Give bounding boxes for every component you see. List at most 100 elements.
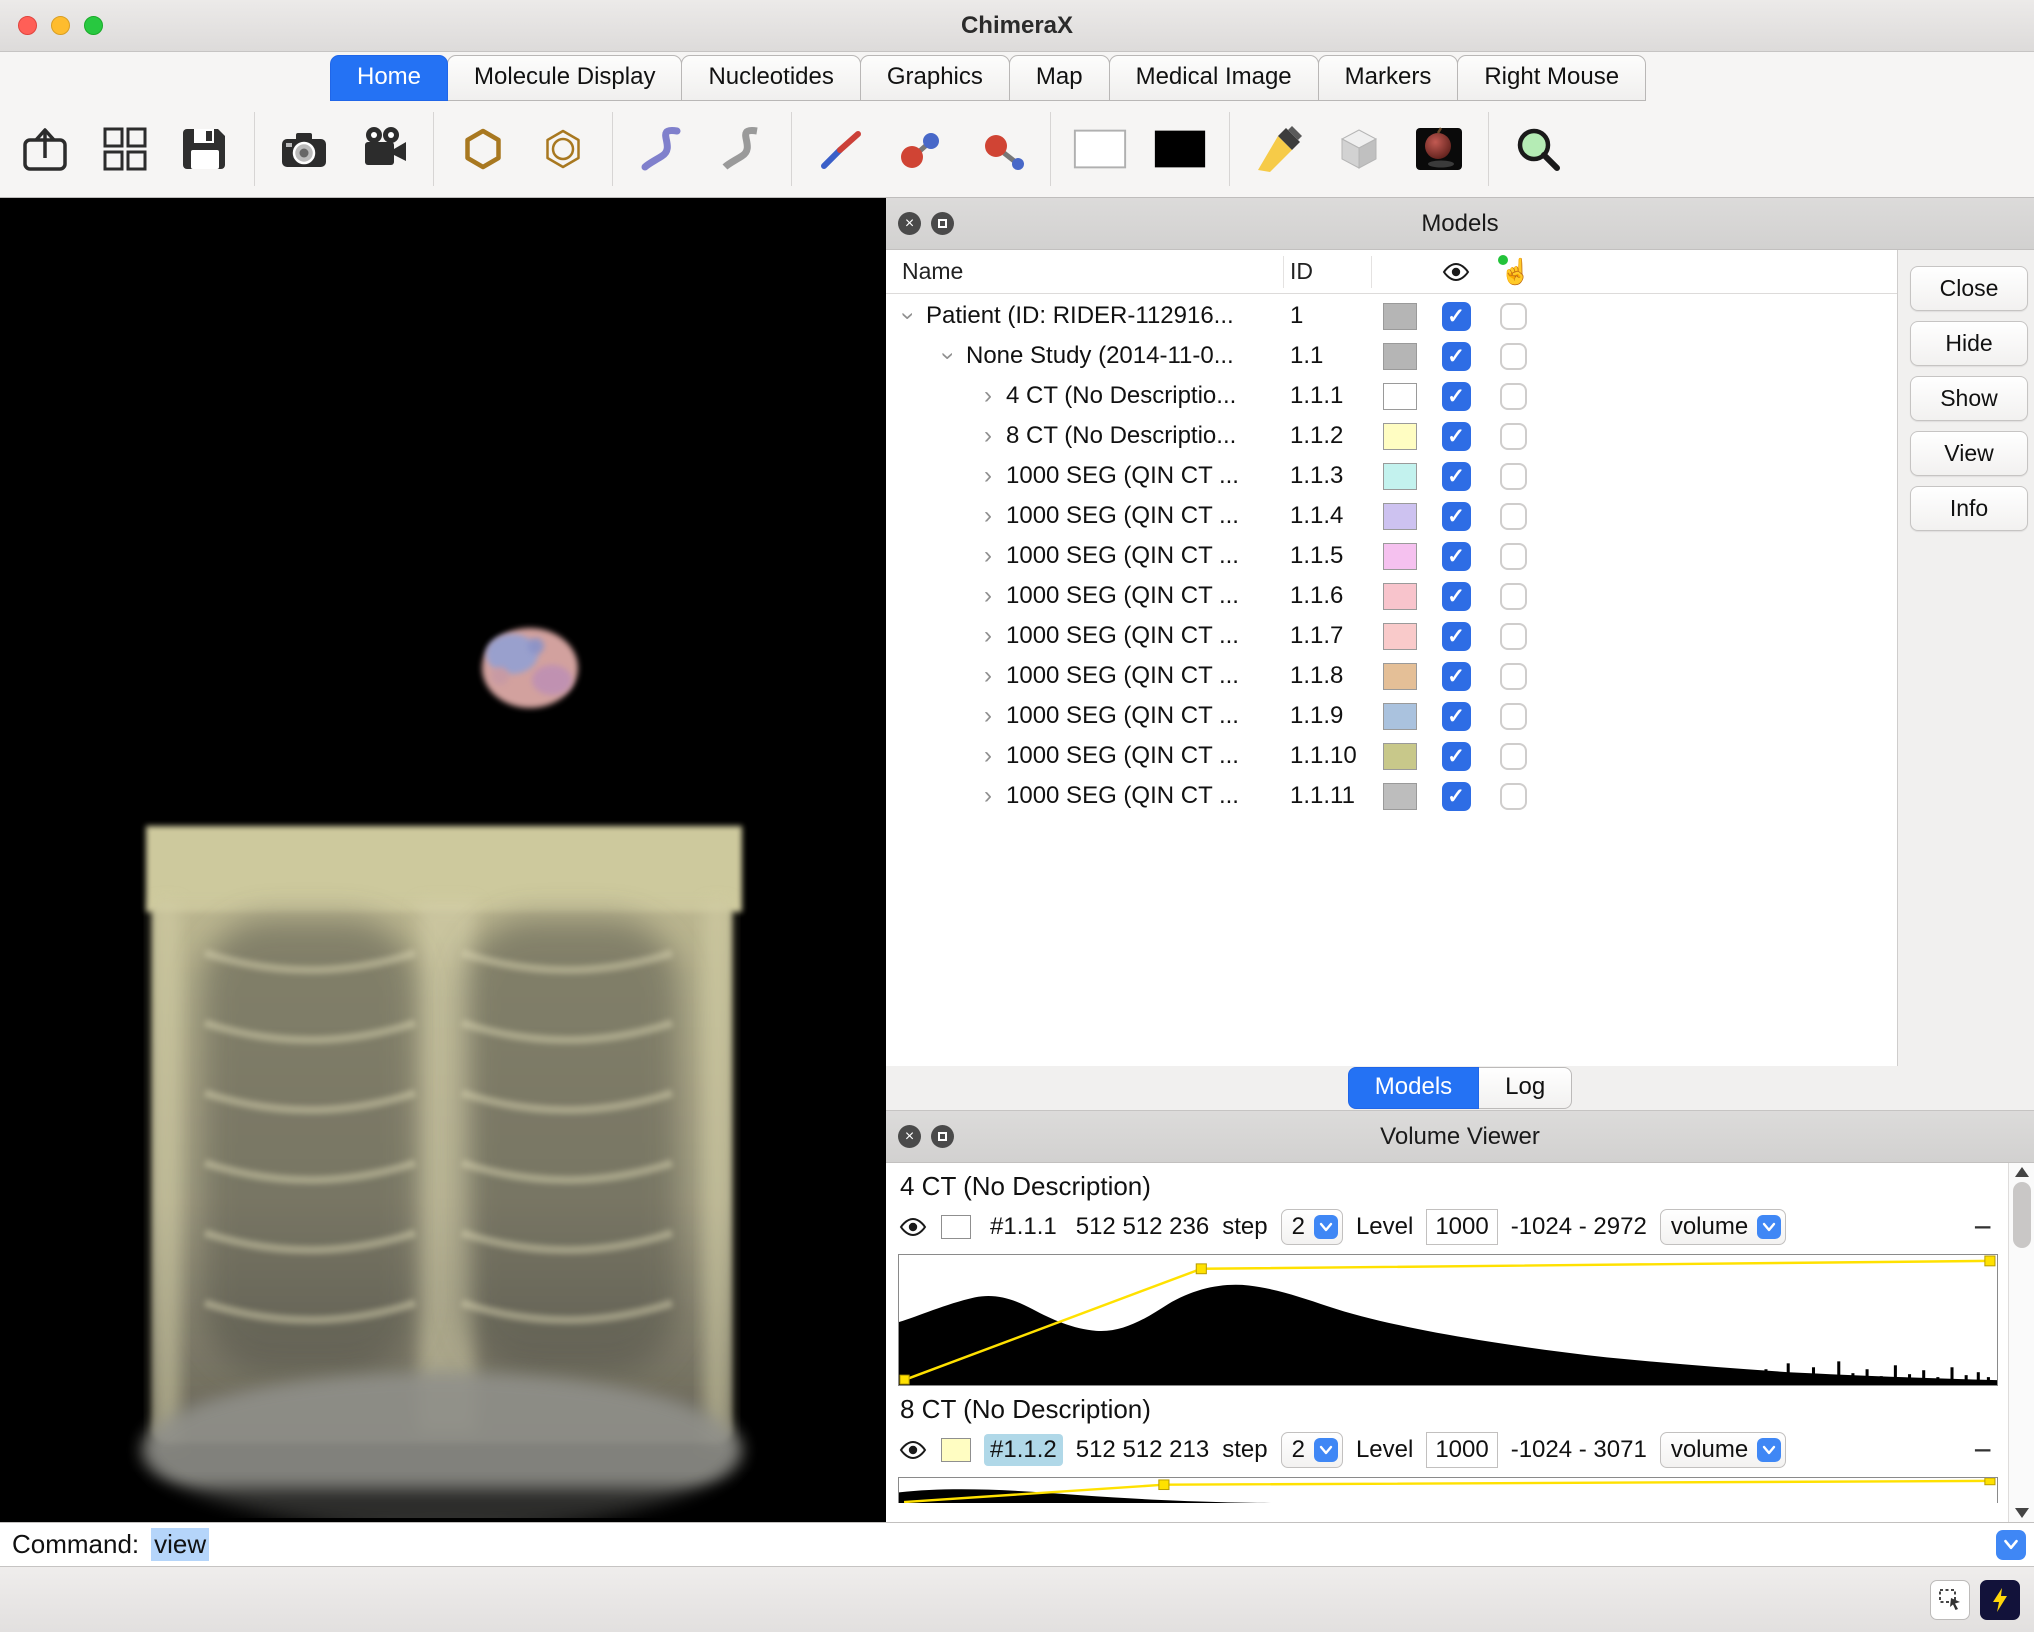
chevron-expanded-icon[interactable]: › <box>894 304 922 328</box>
select-checkbox[interactable] <box>1500 303 1527 330</box>
color-swatch[interactable] <box>1383 743 1417 770</box>
benzene-thin-icon[interactable] <box>534 120 592 178</box>
step-select[interactable]: 2 <box>1281 1432 1343 1468</box>
black-background-icon[interactable] <box>1151 120 1209 178</box>
select-checkbox[interactable] <box>1500 703 1527 730</box>
model-row[interactable]: ›1000 SEG (QIN CT ...1.1.5✓ <box>886 536 1897 576</box>
model-row[interactable]: ›1000 SEG (QIN CT ...1.1.8✓ <box>886 656 1897 696</box>
close-panel-icon[interactable]: × <box>898 1125 921 1148</box>
model-row[interactable]: ›Patient (ID: RIDER-112916...1✓ <box>886 296 1897 336</box>
tab-map[interactable]: Map <box>1009 55 1110 101</box>
tab-right-mouse[interactable]: Right Mouse <box>1457 55 1646 101</box>
histogram[interactable] <box>898 1254 1998 1386</box>
color-swatch[interactable] <box>1383 503 1417 530</box>
tab-medical-image[interactable]: Medical Image <box>1109 55 1319 101</box>
select-checkbox[interactable] <box>1500 463 1527 490</box>
level-input[interactable]: 1000 <box>1426 1209 1497 1245</box>
view-button[interactable]: View <box>1910 431 2028 476</box>
model-row[interactable]: ›1000 SEG (QIN CT ...1.1.7✓ <box>886 616 1897 656</box>
shown-checkbox[interactable]: ✓ <box>1442 302 1471 331</box>
close-window-button[interactable] <box>18 16 37 35</box>
select-checkbox[interactable] <box>1500 783 1527 810</box>
chevron-collapsed-icon[interactable]: › <box>976 782 1000 810</box>
model-row[interactable]: ›None Study (2014-11-0...1.1✓ <box>886 336 1897 376</box>
column-id[interactable]: ID <box>1284 256 1372 288</box>
model-row[interactable]: ›1000 SEG (QIN CT ...1.1.9✓ <box>886 696 1897 736</box>
tile-windows-icon[interactable] <box>96 120 154 178</box>
chevron-collapsed-icon[interactable]: › <box>976 622 1000 650</box>
sphere-style-icon[interactable] <box>972 120 1030 178</box>
record-movie-icon[interactable] <box>355 120 413 178</box>
color-swatch[interactable] <box>1383 663 1417 690</box>
tab-log[interactable]: Log <box>1478 1067 1572 1109</box>
color-swatch[interactable] <box>1383 423 1417 450</box>
color-swatch[interactable] <box>1383 783 1417 810</box>
chevron-collapsed-icon[interactable]: › <box>976 702 1000 730</box>
command-input[interactable]: view <box>151 1523 1988 1566</box>
graphics-viewport[interactable] <box>0 198 886 1522</box>
chevron-collapsed-icon[interactable]: › <box>976 742 1000 770</box>
column-name[interactable]: Name <box>886 256 1284 288</box>
select-checkbox[interactable] <box>1500 343 1527 370</box>
color-swatch[interactable] <box>941 1438 971 1462</box>
select-checkbox[interactable] <box>1500 543 1527 570</box>
float-panel-icon[interactable] <box>931 1125 954 1148</box>
shown-checkbox[interactable]: ✓ <box>1442 782 1471 811</box>
shown-checkbox[interactable]: ✓ <box>1442 502 1471 531</box>
shown-checkbox[interactable]: ✓ <box>1442 542 1471 571</box>
float-panel-icon[interactable] <box>931 212 954 235</box>
shown-checkbox[interactable]: ✓ <box>1442 742 1471 771</box>
stick-style-icon[interactable] <box>812 120 870 178</box>
collapse-entry-button[interactable]: − <box>1973 1211 1992 1243</box>
chevron-collapsed-icon[interactable]: › <box>976 662 1000 690</box>
info-button[interactable]: Info <box>1910 486 2028 531</box>
select-checkbox[interactable] <box>1500 503 1527 530</box>
select-checkbox[interactable] <box>1500 383 1527 410</box>
eye-icon[interactable] <box>898 1217 928 1237</box>
select-checkbox[interactable] <box>1500 743 1527 770</box>
shown-checkbox[interactable]: ✓ <box>1442 702 1471 731</box>
style-select[interactable]: volume <box>1660 1209 1786 1245</box>
color-swatch[interactable] <box>1383 703 1417 730</box>
select-checkbox[interactable] <box>1500 583 1527 610</box>
color-swatch[interactable] <box>1383 583 1417 610</box>
open-file-icon[interactable] <box>16 120 74 178</box>
show-button[interactable]: Show <box>1910 376 2028 421</box>
tab-nucleotides[interactable]: Nucleotides <box>681 55 860 101</box>
chevron-collapsed-icon[interactable]: › <box>976 582 1000 610</box>
shown-checkbox[interactable]: ✓ <box>1442 462 1471 491</box>
chevron-collapsed-icon[interactable]: › <box>976 382 1000 410</box>
soft-lighting-icon[interactable] <box>1330 120 1388 178</box>
save-session-icon[interactable] <box>176 120 234 178</box>
model-row[interactable]: ›1000 SEG (QIN CT ...1.1.3✓ <box>886 456 1897 496</box>
zoom-window-button[interactable] <box>84 16 103 35</box>
hide-button[interactable]: Hide <box>1910 321 2028 366</box>
tab-molecule-display[interactable]: Molecule Display <box>447 55 682 101</box>
select-checkbox[interactable] <box>1500 623 1527 650</box>
level-input[interactable]: 1000 <box>1426 1432 1497 1468</box>
color-swatch[interactable] <box>1383 303 1417 330</box>
model-row[interactable]: ›1000 SEG (QIN CT ...1.1.10✓ <box>886 736 1897 776</box>
zoom-icon[interactable] <box>1509 120 1567 178</box>
scroll-down-icon[interactable] <box>2015 1508 2029 1518</box>
column-select[interactable]: ☝ <box>1484 257 1542 287</box>
tab-home[interactable]: Home <box>330 55 448 101</box>
color-swatch[interactable] <box>1383 543 1417 570</box>
shortcut-mode-button[interactable] <box>1980 1580 2020 1620</box>
shown-checkbox[interactable]: ✓ <box>1442 582 1471 611</box>
close-button[interactable]: Close <box>1910 266 2028 311</box>
white-background-icon[interactable] <box>1071 120 1129 178</box>
color-swatch[interactable] <box>1383 343 1417 370</box>
volume-viewer-scrollbar[interactable] <box>2008 1163 2034 1522</box>
chevron-collapsed-icon[interactable]: › <box>976 462 1000 490</box>
selection-mode-button[interactable] <box>1930 1580 1970 1620</box>
command-history-dropdown[interactable] <box>1996 1530 2026 1560</box>
select-checkbox[interactable] <box>1500 423 1527 450</box>
color-swatch[interactable] <box>1383 463 1417 490</box>
cartoon-round-icon[interactable] <box>633 120 691 178</box>
chevron-expanded-icon[interactable]: › <box>934 344 962 368</box>
chevron-collapsed-icon[interactable]: › <box>976 502 1000 530</box>
select-checkbox[interactable] <box>1500 663 1527 690</box>
shown-checkbox[interactable]: ✓ <box>1442 342 1471 371</box>
model-row[interactable]: ›4 CT (No Descriptio...1.1.1✓ <box>886 376 1897 416</box>
